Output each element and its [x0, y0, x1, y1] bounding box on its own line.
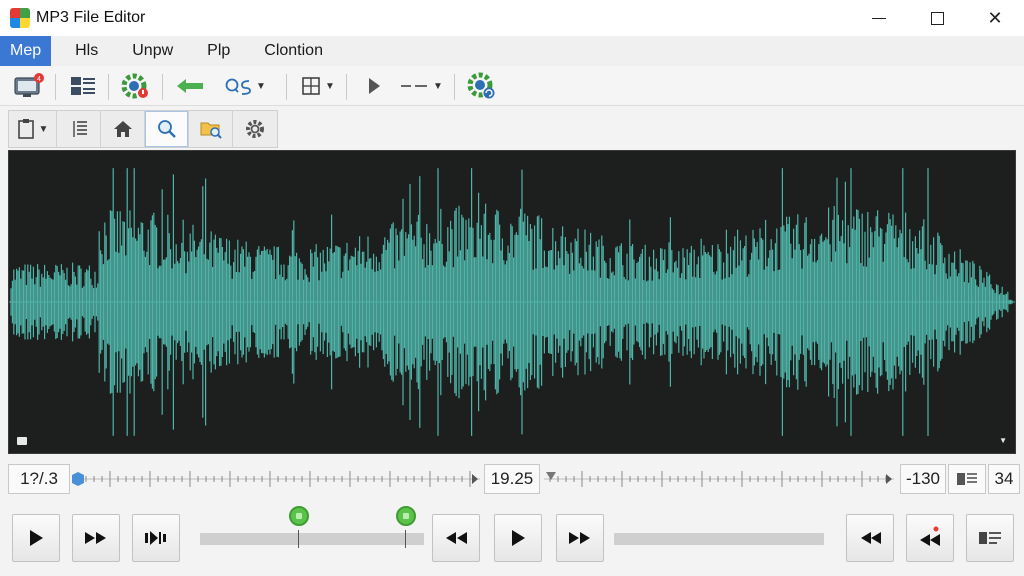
line-style-icon: [401, 85, 428, 87]
title-bar: MP3 File Editor ✕: [0, 0, 1024, 36]
menu-bar: Mep Hls Unpw Plp Clontion: [0, 36, 1024, 66]
skip-marker-button[interactable]: [132, 514, 180, 562]
chevron-down-icon: ▼: [256, 80, 266, 92]
gear-refresh-icon: [121, 73, 148, 99]
rewind-button[interactable]: [432, 514, 480, 562]
count-readout: 34: [988, 464, 1020, 494]
play-button[interactable]: [12, 514, 60, 562]
position-readout-left: 1?/.3: [8, 464, 70, 494]
close-icon: ✕: [987, 7, 1003, 28]
arrow-left-icon: [177, 79, 203, 93]
layout-dropdown-button[interactable]: ▼: [298, 70, 338, 102]
app-logo-icon: [10, 8, 30, 28]
menu-item-unpw[interactable]: Unpw: [122, 36, 183, 66]
folder-search-button[interactable]: [189, 111, 233, 147]
gear-sync-button[interactable]: [462, 70, 500, 102]
menu-item-hls[interactable]: Hls: [65, 36, 108, 66]
position-ruler-left[interactable]: [72, 468, 480, 490]
list-view-icon: [72, 121, 87, 137]
gear-refresh-button[interactable]: [116, 70, 154, 102]
play-icon: [512, 530, 525, 546]
minimize-icon: [872, 17, 886, 19]
fast-forward-button[interactable]: [72, 514, 120, 562]
position-ruler-row: 1?/.3 19.25 -130 34: [0, 460, 1024, 498]
menu-item-mep[interactable]: Mep: [0, 36, 52, 66]
position-readout-center[interactable]: 19.25: [484, 464, 540, 494]
level-readout: -130: [900, 464, 946, 494]
rewind-marker-icon: [920, 526, 940, 546]
main-toolbar: 4 ▼ ▼ ▼: [0, 66, 1024, 106]
secondary-toolbar: ▼: [8, 110, 278, 148]
window-title: MP3 File Editor: [36, 9, 146, 26]
list-marker-button[interactable]: [966, 514, 1014, 562]
list-marker-icon: [979, 532, 1001, 544]
line-style-dropdown-button[interactable]: ▼: [396, 70, 446, 102]
selection-track[interactable]: [200, 533, 424, 545]
play-icon: [369, 78, 380, 94]
clipboard-dropdown-button[interactable]: ▼: [9, 111, 57, 147]
ruler-ticks-left: [72, 471, 480, 487]
settings-icon: [246, 120, 264, 138]
monitor-icon: 4: [14, 73, 44, 97]
rewind-bar-icon: [861, 532, 881, 544]
chevron-down-icon: ▼: [433, 80, 443, 92]
minimize-button[interactable]: [856, 0, 902, 36]
skip-marker-icon: [145, 531, 166, 545]
waveform-scroll-indicator: ▼: [999, 436, 1007, 445]
folder-search-icon: [200, 122, 222, 139]
query-dropdown-button[interactable]: ▼: [218, 70, 272, 102]
waveform-display[interactable]: ▼: [8, 150, 1016, 454]
maximize-icon: [930, 11, 944, 25]
grid-list-button[interactable]: [64, 70, 102, 102]
rewind-icon: [446, 532, 467, 544]
list-grid-icon: [957, 473, 977, 485]
zoom-button[interactable]: [145, 111, 189, 147]
play-icon: [30, 530, 43, 546]
fast-forward-center-button[interactable]: [556, 514, 604, 562]
volume-track[interactable]: [614, 533, 824, 545]
zoom-icon: [157, 120, 176, 138]
view-toggle-button[interactable]: [948, 464, 986, 494]
close-button[interactable]: ✕: [972, 0, 1018, 36]
settings-button[interactable]: [233, 111, 277, 147]
gear-sync-icon: [467, 72, 495, 99]
selection-start-handle[interactable]: [289, 506, 309, 526]
transport-controls: [0, 506, 1024, 576]
fast-forward-icon: [569, 532, 590, 544]
chevron-down-icon: ▼: [325, 80, 335, 92]
monitor-button[interactable]: 4: [10, 70, 48, 102]
app-window: MP3 File Editor ✕ Mep Hls Unpw Plp Clont…: [0, 0, 1024, 576]
menu-item-clontion[interactable]: Clontion: [254, 36, 333, 66]
menu-item-plp[interactable]: Plp: [197, 36, 240, 66]
maximize-button[interactable]: [914, 0, 960, 36]
grid-list-icon: [71, 77, 95, 95]
waveform-corner-marker: [17, 437, 27, 445]
selection-end-line: [405, 530, 406, 548]
home-button[interactable]: [101, 111, 145, 147]
home-icon: [113, 121, 132, 137]
layout-icon: [302, 77, 320, 95]
selection-start-line: [298, 530, 299, 548]
play-toolbar-button[interactable]: [360, 70, 388, 102]
ruler-ticks-right: [544, 471, 894, 487]
fast-forward-icon: [85, 532, 106, 544]
list-view-button[interactable]: [57, 111, 101, 147]
chevron-down-icon: ▼: [38, 123, 49, 135]
selection-end-handle[interactable]: [396, 506, 416, 526]
back-button[interactable]: [170, 70, 210, 102]
position-ruler-right[interactable]: [544, 468, 894, 490]
svg-text:4: 4: [37, 76, 41, 83]
play-center-button[interactable]: [494, 514, 542, 562]
waveform-graphic: [9, 168, 1015, 436]
search-q-icon: [225, 78, 251, 95]
clipboard-icon: [17, 119, 34, 139]
rewind-marker-button[interactable]: [906, 514, 954, 562]
rewind-right-button[interactable]: [846, 514, 894, 562]
